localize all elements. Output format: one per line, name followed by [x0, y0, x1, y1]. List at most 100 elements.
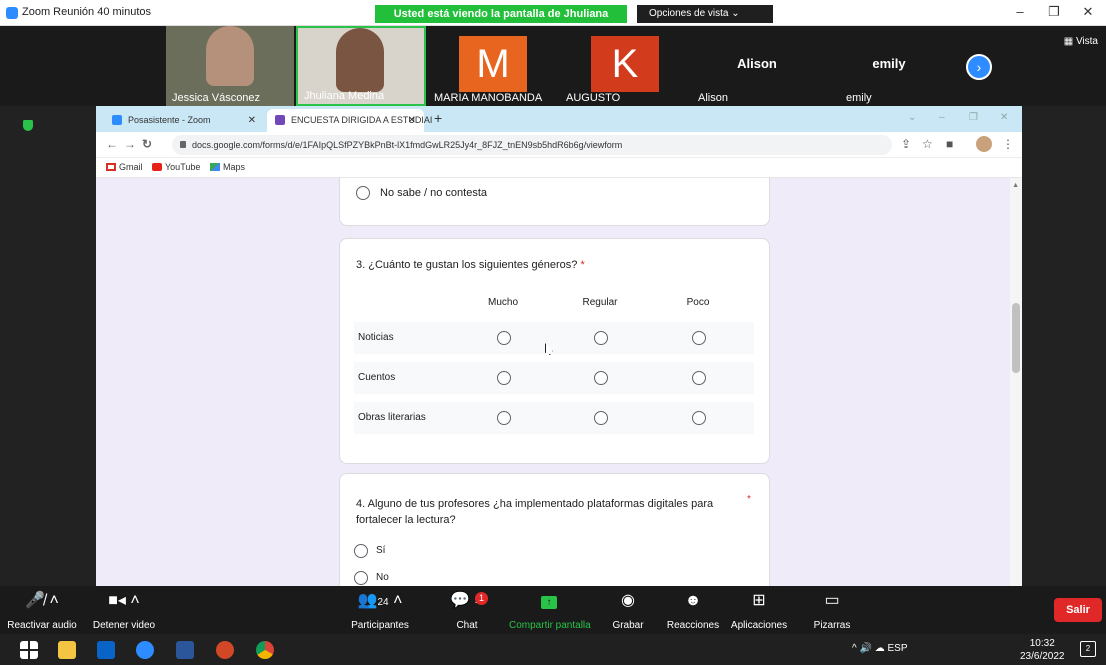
radio-noticias-regular[interactable] [594, 331, 608, 345]
participant-tile-alison[interactable]: Alison Alison [692, 26, 822, 106]
unmute-button[interactable]: 🎤̸ ˄ Reactivar audio [2, 590, 82, 631]
participant-name: Alison [698, 92, 728, 104]
radio-obras-regular[interactable] [594, 411, 608, 425]
radio-no-sabe[interactable] [356, 186, 370, 200]
screen-share-banner: Usted está viendo la pantalla de Jhulian… [375, 5, 627, 38]
participant-video [336, 28, 384, 92]
stop-video-button[interactable]: ■◂ ˄ Detener video [84, 590, 164, 631]
new-tab-icon[interactable]: + [434, 110, 442, 126]
tab-bar: Posasistente - Zoom ✕ ENCUESTA DIRIGIDA … [96, 106, 1022, 132]
tab-close-icon[interactable]: ✕ [408, 109, 416, 132]
participant-tile-emily[interactable]: emily emily [824, 26, 954, 106]
participant-tile-maria[interactable]: M MARIA MANOBANDA [428, 26, 558, 106]
radio-cuentos-mucho[interactable] [497, 371, 511, 385]
bookmark-gmail[interactable]: Gmail [106, 162, 143, 172]
tab-close-icon[interactable]: ✕ [248, 109, 256, 132]
view-options-button[interactable]: Opciones de vista ⌄ [637, 5, 773, 23]
view-button[interactable]: ▦ Vista [1064, 36, 1098, 47]
radio-noticias-poco[interactable] [692, 331, 706, 345]
apps-button[interactable]: ⊞ Aplicaciones [719, 590, 799, 631]
system-tray[interactable]: ^ 🔊 ☁ ESP [852, 643, 908, 654]
column-header: Regular [582, 297, 618, 308]
chrome-icon[interactable] [256, 641, 274, 659]
url-field[interactable]: docs.google.com/forms/d/e/1FAIpQLSfPZYBk… [172, 135, 892, 155]
file-explorer-icon[interactable] [58, 641, 76, 659]
tab-zoom[interactable]: Posasistente - Zoom ✕ [104, 109, 264, 132]
word-icon[interactable] [176, 641, 194, 659]
option-label: Sí [376, 545, 386, 556]
participant-video [206, 26, 254, 86]
share-screen-button[interactable]: ↑ Compartir pantalla [509, 590, 591, 631]
notifications-icon[interactable]: 2 [1080, 641, 1096, 657]
share-right-margin [1022, 106, 1106, 586]
grid-row-noticias: Noticias [354, 322, 754, 354]
radio-no[interactable] [354, 571, 368, 585]
next-participants-icon[interactable]: › [966, 54, 992, 80]
close-icon[interactable]: ✕ [1078, 4, 1098, 20]
whiteboards-button[interactable]: ▭ Pizarras [792, 590, 872, 631]
forward-icon[interactable]: → [124, 137, 136, 151]
question-card-3: 3. ¿Cuánto te gustan los siguientes géne… [339, 238, 770, 464]
clock[interactable]: 10:32 23/6/2022 [1020, 637, 1065, 663]
option-label: No sabe / no contesta [380, 187, 488, 199]
zoom-app-icon[interactable] [136, 641, 154, 659]
radio-si[interactable] [354, 544, 368, 558]
menu-icon[interactable]: ⋮ [1002, 137, 1014, 151]
browser-restore-icon[interactable]: ❐ [969, 112, 978, 123]
bookmarks-bar: Gmail YouTube Maps [96, 158, 1022, 178]
reload-icon[interactable]: ↻ [142, 137, 152, 151]
powerpoint-icon[interactable] [216, 641, 234, 659]
grid-row-obras-literarias: Obras literarias [354, 402, 754, 434]
chat-icon: 💬 ˄ [450, 592, 484, 609]
bookmark-youtube[interactable]: YouTube [152, 162, 200, 172]
scroll-up-icon[interactable]: ▲ [1012, 182, 1019, 189]
scroll-thumb[interactable] [1012, 303, 1020, 373]
mail-icon[interactable] [97, 641, 115, 659]
question-title: 4. Alguno de tus profesores ¿ha implemen… [356, 498, 714, 526]
zoom-window: Zoom Reunión 40 minutos Usted está viend… [0, 0, 1106, 665]
tab-search-icon[interactable]: ⌄ [908, 112, 916, 123]
lock-icon [180, 141, 186, 148]
window-title: Zoom Reunión 40 minutos [22, 6, 152, 18]
form-page: No sabe / no contesta 3. ¿Cuánto te gust… [96, 178, 1022, 586]
question-card-4: 4. Alguno de tus profesores ¿ha implemen… [339, 473, 770, 586]
share-icon[interactable]: ⇪ [901, 137, 911, 151]
back-icon[interactable]: ← [106, 137, 118, 151]
zoom-titlebar: Zoom Reunión 40 minutos Usted está viend… [0, 0, 1106, 38]
gmail-icon [106, 163, 116, 171]
participant-name: emily [846, 92, 872, 104]
sidepanel-icon[interactable]: ■ [946, 137, 953, 151]
page-scrollbar[interactable]: ▲ [1010, 178, 1022, 586]
browser-close-icon[interactable]: ✕ [1000, 112, 1008, 123]
maps-icon [210, 163, 220, 171]
bookmark-maps[interactable]: Maps [210, 162, 245, 172]
participant-display-name: emily [872, 56, 906, 71]
participant-tile-jessica[interactable]: Jessica Vásconez [166, 26, 294, 106]
chat-button[interactable]: 💬 ˄ 1 Chat [427, 590, 507, 631]
restore-icon[interactable]: ❐ [1044, 4, 1064, 20]
radio-noticias-mucho[interactable] [497, 331, 511, 345]
required-mark: * [580, 259, 585, 271]
participant-tile-jhuliana[interactable]: Jhuliana Medina [296, 26, 426, 106]
browser-minimize-icon[interactable]: – [939, 112, 945, 123]
option-label: No [376, 572, 389, 583]
bookmark-star-icon[interactable]: ☆ [922, 137, 933, 151]
participants-button[interactable]: 👥24 ˄ Participantes [340, 590, 420, 631]
windows-start-icon[interactable] [20, 641, 38, 659]
participant-tile-augusto[interactable]: K AUGUSTO [560, 26, 690, 106]
whiteboard-icon: ▭ [824, 592, 840, 609]
tab-survey[interactable]: ENCUESTA DIRIGIDA A ESTUDIAI ✕ [267, 109, 432, 132]
radio-obras-mucho[interactable] [497, 411, 511, 425]
minimize-icon[interactable]: – [1010, 4, 1030, 19]
leave-button[interactable]: Salir [1054, 598, 1102, 622]
row-label: Obras literarias [358, 412, 426, 423]
shield-icon [23, 120, 33, 131]
tab-label: Posasistente - Zoom [128, 115, 211, 125]
radio-obras-poco[interactable] [692, 411, 706, 425]
shared-browser-window: Posasistente - Zoom ✕ ENCUESTA DIRIGIDA … [96, 106, 1022, 586]
radio-cuentos-poco[interactable] [692, 371, 706, 385]
participant-name: AUGUSTO [566, 92, 621, 104]
participant-avatar: M [459, 36, 527, 92]
radio-cuentos-regular[interactable] [594, 371, 608, 385]
profile-avatar[interactable] [976, 136, 992, 152]
